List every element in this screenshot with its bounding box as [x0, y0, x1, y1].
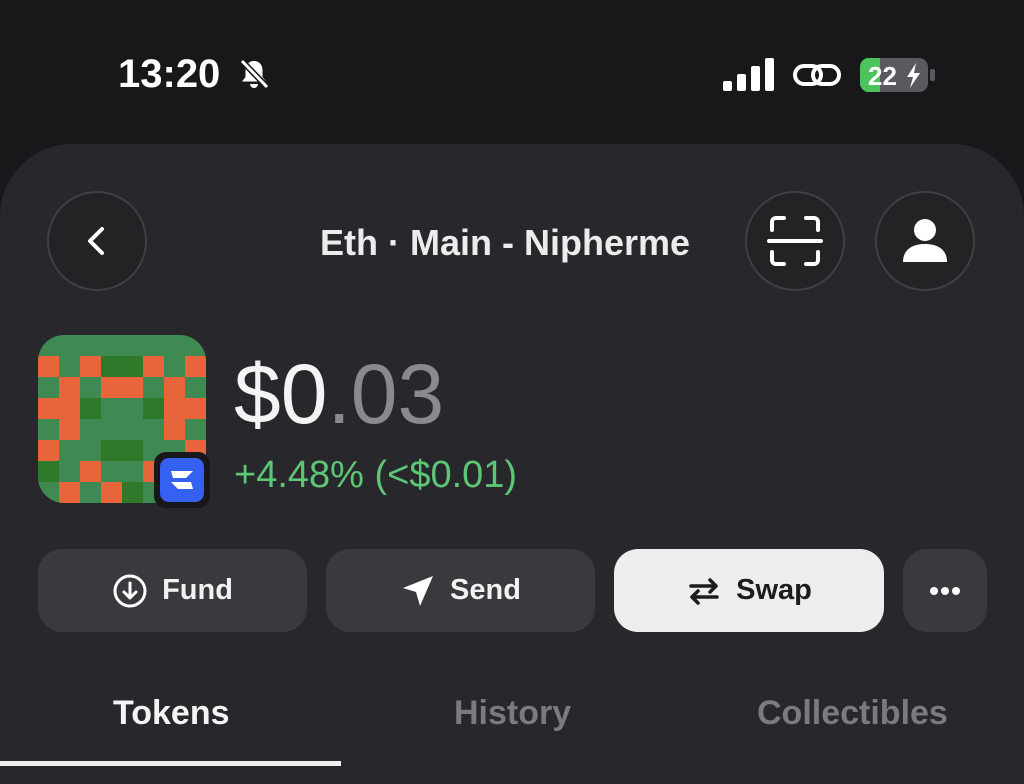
arrow-down-circle-icon: [113, 574, 147, 607]
person-icon: [903, 219, 947, 262]
balance-amount: $0.03: [234, 344, 444, 444]
fund-button[interactable]: Fund: [38, 549, 307, 632]
network-badge: [154, 452, 210, 508]
balance-main: $0: [234, 347, 328, 441]
tab-history[interactable]: History: [454, 694, 571, 733]
link-icon: [793, 64, 841, 86]
profile-button[interactable]: [875, 191, 975, 291]
battery-level: 22: [868, 61, 897, 91]
fund-label: Fund: [162, 574, 233, 606]
scan-icon: [767, 216, 823, 266]
send-button[interactable]: Send: [326, 549, 595, 632]
status-time: 13:20: [118, 52, 221, 96]
chevron-left-icon: [88, 227, 104, 255]
balance-decimal: .03: [327, 347, 445, 441]
send-arrow-icon: [403, 575, 434, 606]
battery-charging-icon: 22: [860, 58, 935, 92]
balance-change: +4.48% (<$0.01): [234, 454, 518, 496]
swap-button[interactable]: Swap: [614, 549, 884, 632]
signal-icon: [723, 58, 774, 91]
swap-label: Swap: [736, 574, 812, 606]
tab-tokens[interactable]: Tokens: [113, 694, 230, 733]
bell-slash-icon: [239, 58, 270, 90]
swap-arrows-icon: [689, 577, 719, 605]
tab-collectibles[interactable]: Collectibles: [757, 694, 948, 733]
more-dots-icon: [930, 586, 960, 595]
wallet-title[interactable]: Eth · Main - Nipherme: [320, 222, 690, 264]
back-button[interactable]: [47, 191, 147, 291]
scan-button[interactable]: [745, 191, 845, 291]
active-tab-indicator: [0, 761, 341, 766]
more-button[interactable]: [903, 549, 987, 632]
zerion-icon: [171, 471, 193, 489]
status-bar: 13:20 22: [0, 0, 1024, 150]
send-label: Send: [450, 574, 521, 606]
